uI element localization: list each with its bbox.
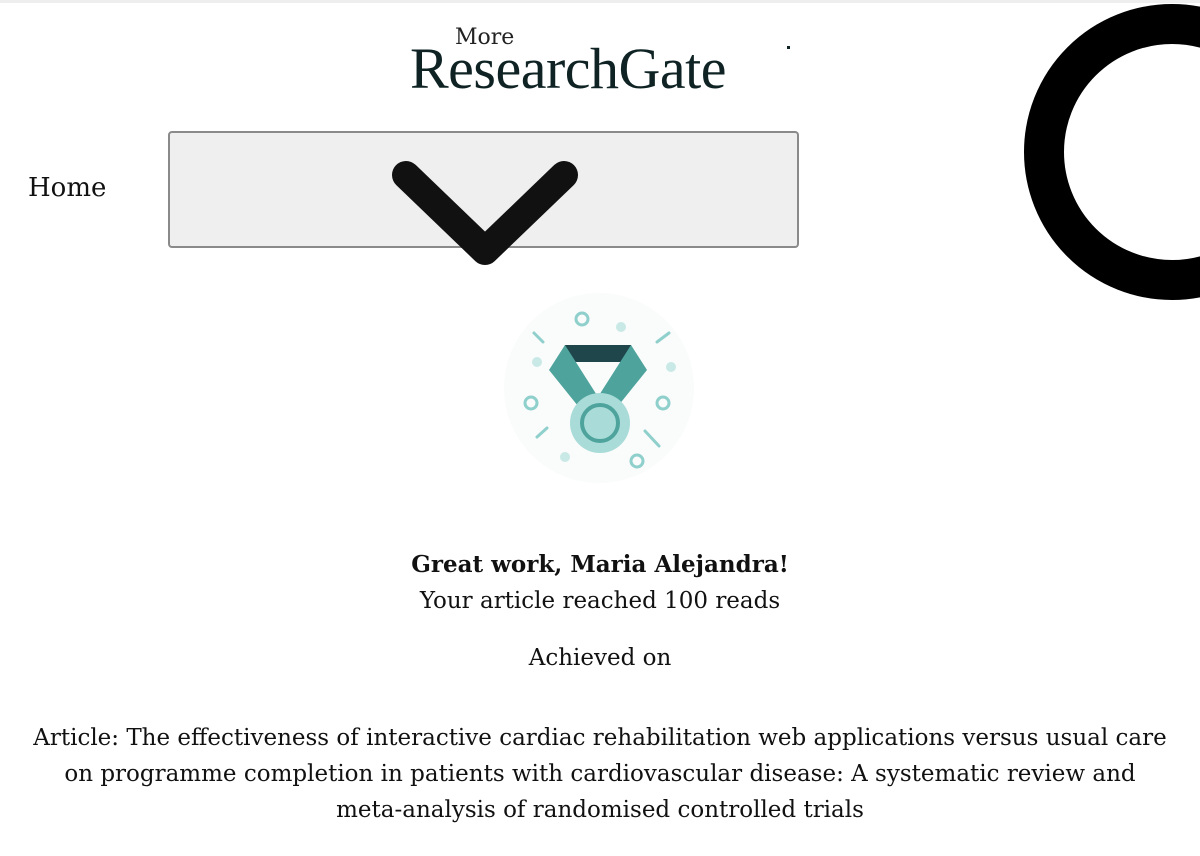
achievement-title: Great work, Maria Alejandra!	[411, 551, 789, 578]
sparkle-ring	[629, 453, 645, 469]
sparkle-dot	[560, 452, 570, 462]
achieved-on-label: Achieved on	[528, 645, 672, 671]
sparkle-ring	[574, 311, 590, 327]
achievement-badge	[496, 290, 700, 490]
achievement-subtitle: Your article reached 100 reads	[419, 588, 781, 614]
medal-icon	[523, 311, 676, 469]
sparkle-dot	[666, 362, 676, 372]
logo-mark-dot	[787, 46, 790, 49]
top-divider	[0, 0, 1200, 3]
sparkle-line	[655, 331, 671, 344]
researchgate-logo[interactable]: ResearchGate	[410, 36, 727, 102]
sparkle-ring	[523, 395, 539, 411]
sparkle-ring	[655, 395, 671, 411]
chevron-down-icon[interactable]	[388, 155, 588, 275]
sparkle-line	[643, 429, 661, 448]
sparkle-dot	[616, 322, 626, 332]
sparkle-line	[532, 331, 545, 344]
article-title[interactable]: Article: The effectiveness of interactiv…	[30, 720, 1170, 828]
loading-ring-icon	[1024, 4, 1200, 300]
sparkle-dot	[532, 357, 542, 367]
home-link[interactable]: Home	[28, 173, 106, 203]
sparkle-line	[535, 426, 549, 439]
page: More ResearchGate Home Great work, Maria…	[0, 0, 1200, 856]
medal-inner	[580, 403, 620, 443]
